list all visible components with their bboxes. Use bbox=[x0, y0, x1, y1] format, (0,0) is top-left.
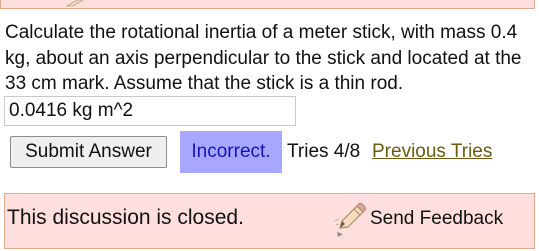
discussion-closed-text: This discussion is closed. bbox=[7, 206, 244, 229]
send-feedback-button[interactable]: Send Feedback bbox=[333, 201, 503, 237]
question-text: Calculate the rotational inertia of a me… bbox=[5, 22, 522, 94]
submit-answer-button[interactable]: Submit Answer bbox=[10, 136, 167, 168]
tries-counter: Tries 4/8 bbox=[287, 141, 361, 162]
previous-tries-link[interactable]: Previous Tries bbox=[372, 141, 492, 163]
incorrect-badge: Incorrect. bbox=[180, 131, 282, 173]
discussion-panel: This discussion is closed. Send Feedback bbox=[4, 193, 535, 249]
answer-input[interactable] bbox=[4, 96, 296, 126]
send-feedback-label: Send Feedback bbox=[370, 208, 504, 229]
pencil-icon bbox=[65, 0, 84, 7]
feedback-pencil-icon bbox=[334, 202, 366, 237]
top-panel bbox=[0, 0, 535, 9]
